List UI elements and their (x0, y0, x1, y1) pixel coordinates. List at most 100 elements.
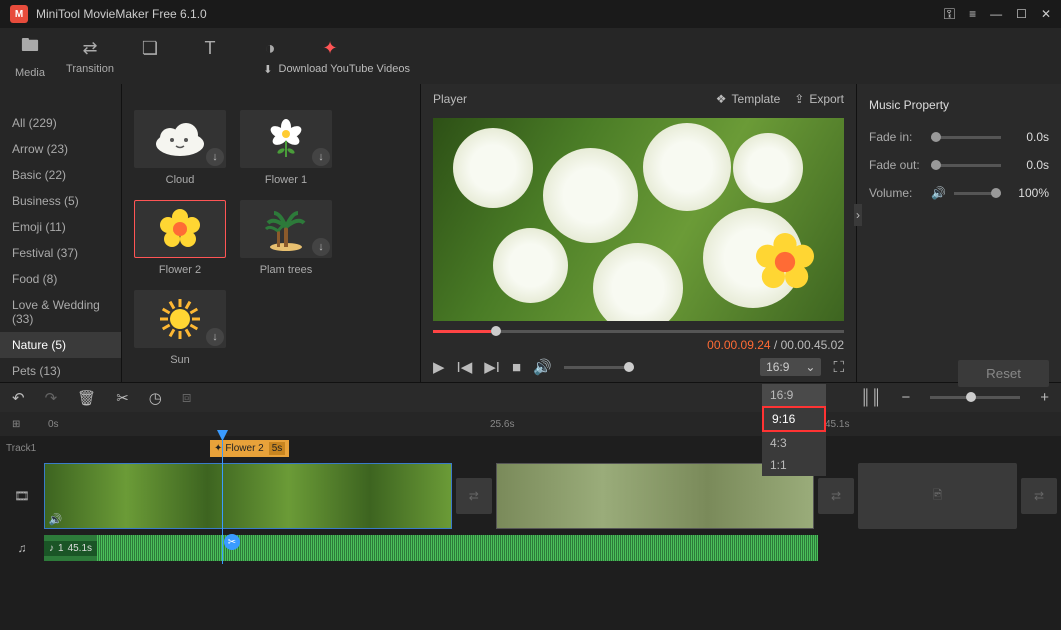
download-badge-icon[interactable]: ↓ (206, 148, 224, 166)
total-time: 00.00.45.02 (781, 338, 844, 352)
key-icon[interactable]: ⚿ (944, 6, 955, 23)
aspect-ratio-dropdown: 16:9 9:16 4:3 1:1 (762, 384, 826, 476)
video-track-row: 🎞 🔊 ⇄ ⇄ 🖻 ⇄ (0, 460, 1061, 532)
aspect-ratio-select[interactable]: 16:9⌄ (760, 358, 821, 376)
element-card[interactable]: ↓Flower 1 (240, 110, 332, 186)
close-icon[interactable]: ✕ (1041, 7, 1051, 21)
prev-icon[interactable]: I◀ (457, 358, 473, 376)
crop-icon[interactable]: ⧈ (182, 389, 192, 406)
category-item[interactable]: Basic (22) (0, 162, 121, 188)
maximize-icon[interactable]: ☐ (1016, 7, 1027, 21)
template-icon: ❖ (716, 92, 727, 106)
category-sidebar: All (229)Arrow (23)Basic (22)Business (5… (0, 84, 122, 382)
fadeout-label: Fade out: (869, 158, 923, 172)
aspect-opt-4-3[interactable]: 4:3 (762, 432, 826, 454)
timeline-body: Track1 ✦ Flower 2 5s 🎞 🔊 ⇄ ⇄ 🖻 ⇄ ♫ ♪145.… (0, 436, 1061, 564)
player-title: Player (433, 92, 467, 106)
tab-transition[interactable]: ⇄Transition (60, 28, 120, 84)
next-icon[interactable]: ▶I (484, 358, 500, 376)
download-youtube-link[interactable]: ⬇ Download YouTube Videos (122, 56, 420, 82)
download-badge-icon[interactable]: ↓ (312, 148, 330, 166)
aspect-opt-16-9[interactable]: 16:9 (762, 384, 826, 406)
audio-clip[interactable]: ♪145.1s (44, 535, 818, 561)
folder-icon: 🖿 (21, 33, 39, 63)
zoom-in-icon[interactable]: + (1040, 389, 1049, 406)
speed-icon[interactable]: ◷ (149, 389, 162, 407)
category-item[interactable]: Arrow (23) (0, 136, 121, 162)
empty-clip-slot[interactable]: 🖻 (858, 463, 1017, 529)
title-bar: M MiniTool MovieMaker Free 6.1.0 ⚿ ≡ — ☐… (0, 0, 1061, 28)
timeline-ruler[interactable]: ⊞ 0s 25.6s 45.1s (0, 412, 1061, 436)
video-track-icon: 🎞 (14, 489, 29, 503)
element-label: Plam trees (260, 264, 313, 276)
audio-track-row: ♫ ♪145.1s (0, 532, 1061, 564)
progress-slider[interactable] (433, 327, 844, 336)
fadein-label: Fade in: (869, 130, 923, 144)
transition-slot-1[interactable]: ⇄ (456, 478, 492, 514)
category-item[interactable]: Love & Wedding (33) (0, 292, 121, 332)
category-item[interactable]: Emoji (11) (0, 214, 121, 240)
volume-icon[interactable]: 🔊 (533, 358, 552, 376)
fullscreen-icon[interactable]: ⛶ (833, 359, 844, 376)
player-panel: Player ❖Template ⇪Export 00.00.09.24 / 0… (420, 84, 856, 382)
element-card[interactable]: ↓Cloud (134, 110, 226, 186)
play-icon[interactable]: ▶ (433, 358, 445, 376)
fit-icon[interactable]: ║║ (860, 389, 881, 406)
volume-value: 100% (1009, 186, 1049, 200)
split-marker-icon[interactable]: ✂ (224, 534, 240, 550)
category-item[interactable]: Pets (13) (0, 358, 121, 382)
menu-icon[interactable]: ≡ (969, 7, 976, 21)
export-button[interactable]: ⇪Export (794, 92, 844, 106)
split-icon[interactable]: ✂ (116, 389, 129, 407)
music-icon: ♪ (49, 543, 54, 554)
music-property-panel: Music Property Fade in: 0.0s Fade out: 0… (856, 84, 1061, 382)
aspect-opt-1-1[interactable]: 1:1 (762, 454, 826, 476)
elements-panel: ↓Cloud↓Flower 1 Flower 2 ↓ Plam trees ↓Sun (122, 84, 420, 382)
video-clip-1[interactable]: 🔊 (44, 463, 452, 529)
element-card[interactable]: ↓Sun (134, 290, 226, 366)
zoom-out-icon[interactable]: − (901, 389, 910, 406)
category-item[interactable]: Business (5) (0, 188, 121, 214)
undo-icon[interactable]: ↶ (12, 389, 25, 407)
props-title: Music Property (869, 94, 1049, 116)
category-item[interactable]: Food (8) (0, 266, 121, 292)
add-track-icon[interactable]: ⊞ (12, 419, 20, 430)
category-item[interactable]: Festival (37) (0, 240, 121, 266)
element-card[interactable]: ↓ Plam trees (240, 200, 332, 276)
fadein-value: 0.0s (1009, 130, 1049, 144)
clip-audio-icon: 🔊 (49, 513, 63, 526)
category-item[interactable]: Nature (5) (0, 332, 121, 358)
preview-area (433, 118, 844, 321)
collapse-right-icon[interactable]: › (854, 204, 862, 226)
chevron-down-icon: ⌄ (805, 360, 815, 374)
delete-icon[interactable]: 🗑 (77, 389, 96, 407)
audio-track-icon: ♫ (18, 541, 27, 555)
volume-slider-prop[interactable] (954, 192, 1001, 195)
redo-icon[interactable]: ↷ (45, 389, 58, 407)
flower-overlay-icon (756, 233, 814, 291)
element-thumb: ↓ (240, 110, 332, 168)
fadein-slider[interactable] (931, 136, 1001, 139)
element-track-row: Track1 ✦ Flower 2 5s (0, 436, 1061, 460)
stop-icon[interactable]: ■ (512, 359, 521, 376)
speaker-icon[interactable]: 🔊 (931, 186, 946, 200)
current-time: 00.00.09.24 (707, 338, 770, 352)
playhead[interactable] (222, 436, 223, 564)
reset-button[interactable]: Reset (958, 360, 1049, 387)
minimize-icon[interactable]: — (990, 7, 1002, 21)
volume-slider[interactable] (564, 366, 634, 369)
element-thumb: ↓ (240, 200, 332, 258)
transition-slot-3[interactable]: ⇄ (1021, 478, 1057, 514)
transition-slot-2[interactable]: ⇄ (818, 478, 854, 514)
download-icon: ⬇ (263, 63, 272, 76)
category-item[interactable]: All (229) (0, 110, 121, 136)
download-badge-icon[interactable]: ↓ (312, 238, 330, 256)
fadeout-slider[interactable] (931, 164, 1001, 167)
element-card[interactable]: Flower 2 (134, 200, 226, 276)
aspect-opt-9-16[interactable]: 9:16 (762, 406, 826, 432)
template-button[interactable]: ❖Template (716, 92, 780, 106)
element-label: Flower 2 (159, 264, 201, 276)
zoom-slider[interactable] (930, 396, 1020, 399)
download-badge-icon[interactable]: ↓ (206, 328, 224, 346)
tab-media[interactable]: 🖿Media (0, 28, 60, 84)
